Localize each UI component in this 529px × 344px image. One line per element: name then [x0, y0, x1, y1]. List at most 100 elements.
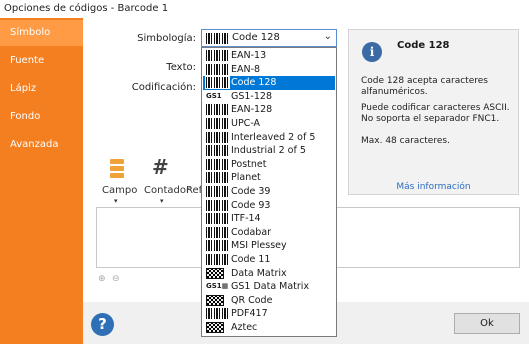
dropdown-option[interactable]: Code 93 [203, 199, 335, 213]
dropdown-option[interactable]: GS1▦ GS1 Data Matrix [203, 280, 335, 294]
info-panel: i Code 128 Code 128 acepta caracteres al… [348, 29, 519, 195]
dropdown-option[interactable]: EAN-8 [203, 63, 335, 77]
dropdown-option[interactable]: Planet [203, 171, 335, 185]
dropdown-option[interactable]: EAN-13 [203, 49, 335, 63]
dropdown-option[interactable]: QR Code [203, 294, 335, 308]
dropdown-option[interactable]: Postnet [203, 158, 335, 172]
option-label: Data Matrix [231, 267, 287, 279]
sidebar-item-fuente[interactable]: Fuente [0, 48, 83, 74]
info-paragraph: Max. 48 caracteres. [361, 136, 450, 146]
barcode-icon [206, 254, 229, 265]
gs1-matrix-icon: GS1▦ [206, 282, 229, 291]
option-label: EAN-8 [231, 63, 261, 75]
option-label: Planet [231, 172, 261, 184]
gs1-icon: GS1 [206, 91, 222, 100]
sidebar-item-avanzada[interactable]: Avanzada [0, 132, 83, 158]
option-label: Aztec [231, 322, 258, 333]
dropdown-option[interactable]: UPC-A [203, 117, 335, 131]
hash-icon[interactable]: # [152, 155, 169, 179]
barcode-icon [206, 226, 229, 238]
barcode-icon [206, 104, 229, 116]
option-label: UPC-A [231, 118, 261, 129]
title-bar: Opciones de códigos - Barcode 1 [0, 0, 529, 18]
option-label: Code 11 [231, 254, 271, 265]
dropdown-option[interactable]: Industrial 2 of 5 [203, 144, 335, 158]
field-button[interactable]: Campo [102, 185, 137, 196]
option-label: GS1 Data Matrix [231, 281, 310, 293]
sidebar-item-label: Lápiz [10, 83, 37, 94]
barcode-icon [206, 63, 229, 75]
dropdown-option[interactable]: Codabar [203, 226, 335, 240]
encoding-label: Codificación: [131, 82, 196, 93]
symbology-label: Simbología: [137, 33, 196, 44]
option-label: Postnet [231, 158, 267, 170]
sidebar-item-label: Fuente [10, 55, 45, 66]
sidebar-item-lapiz[interactable]: Lápiz [0, 76, 83, 102]
option-label: Codabar [231, 226, 272, 238]
option-label: ITF-14 [231, 213, 261, 225]
chevron-down-icon: ▾ [160, 197, 164, 205]
dropdown-option[interactable]: EAN-128 [203, 103, 335, 117]
barcode-icon [206, 186, 229, 197]
dropdown-option[interactable]: GS1 GS1-128 [203, 90, 335, 104]
option-label: Code 39 [231, 186, 271, 197]
dropdown-option[interactable]: PDF417 [203, 307, 335, 321]
info-icon: i [362, 42, 382, 62]
option-label: GS1-128 [231, 90, 272, 102]
info-paragraph: Code 128 acepta caracteres alfanuméricos… [361, 76, 488, 97]
barcode-icon [206, 213, 229, 225]
option-label: Code 128 [231, 77, 277, 89]
reference-button[interactable]: Ref [186, 185, 202, 196]
info-title: Code 128 [397, 40, 450, 51]
sidebar-item-label: Símbolo [10, 27, 51, 38]
symbology-selected-value: Code 128 [232, 32, 280, 43]
option-label: Interleaved 2 of 5 [231, 131, 316, 143]
zoom-in-icon[interactable]: ⊕ [98, 274, 106, 284]
zoom-out-icon[interactable]: ⊖ [112, 274, 120, 284]
barcode-icon [206, 199, 229, 211]
field-icon[interactable] [109, 158, 125, 180]
option-label: EAN-13 [231, 50, 267, 61]
barcode-icon [206, 118, 229, 129]
symbology-dropdown-list[interactable]: EAN-13 EAN-8 Code 128 GS1 GS1-128 EAN-128… [201, 47, 337, 337]
chevron-down-icon: ⌄ [323, 31, 332, 42]
barcode-icon [206, 240, 229, 252]
dropdown-option[interactable]: Aztec [203, 321, 335, 335]
help-button[interactable]: ? [91, 313, 114, 336]
dropdown-option[interactable]: Code 39 [203, 185, 335, 199]
aztec-icon [206, 322, 224, 333]
chevron-down-icon: ▾ [114, 197, 118, 205]
option-label: PDF417 [231, 308, 268, 320]
option-label: EAN-128 [231, 104, 273, 116]
barcode-icon [206, 33, 228, 44]
more-info-link[interactable]: Más información [349, 182, 518, 192]
pdf417-icon [206, 308, 229, 320]
barcode-icon [206, 158, 229, 170]
sidebar: Símbolo Fuente Lápiz Fondo Avanzada [0, 18, 83, 344]
barcode-icon [206, 131, 229, 143]
dropdown-option[interactable]: Code 11 [203, 253, 335, 267]
option-label: Code 93 [231, 199, 271, 211]
option-label: MSI Plessey [231, 240, 287, 252]
dropdown-option[interactable]: MSI Plessey [203, 239, 335, 253]
info-paragraph: Puede codificar caracteres ASCII. [361, 103, 510, 113]
sidebar-item-label: Fondo [10, 111, 41, 122]
barcode-icon [205, 76, 230, 90]
text-label: Texto: [166, 62, 196, 73]
symbology-select[interactable]: Code 128 ⌄ [201, 29, 337, 47]
barcode-icon [206, 145, 229, 157]
barcode-icon [206, 172, 229, 184]
counter-button[interactable]: Contador [144, 185, 190, 196]
dropdown-option[interactable]: Data Matrix [203, 267, 335, 281]
dropdown-option-selected[interactable]: Code 128 [203, 76, 335, 90]
barcode-icon [206, 50, 229, 61]
dropdown-option[interactable]: ITF-14 [203, 212, 335, 226]
qr-icon [206, 294, 224, 306]
sidebar-item-fondo[interactable]: Fondo [0, 104, 83, 130]
option-label: Industrial 2 of 5 [231, 145, 306, 157]
dropdown-option[interactable]: Interleaved 2 of 5 [203, 131, 335, 145]
option-label: QR Code [231, 294, 273, 306]
sidebar-item-simbolo[interactable]: Símbolo [0, 20, 83, 46]
info-paragraph: No soporta el separador FNC1. [361, 114, 500, 124]
ok-button[interactable]: Ok [454, 313, 520, 334]
